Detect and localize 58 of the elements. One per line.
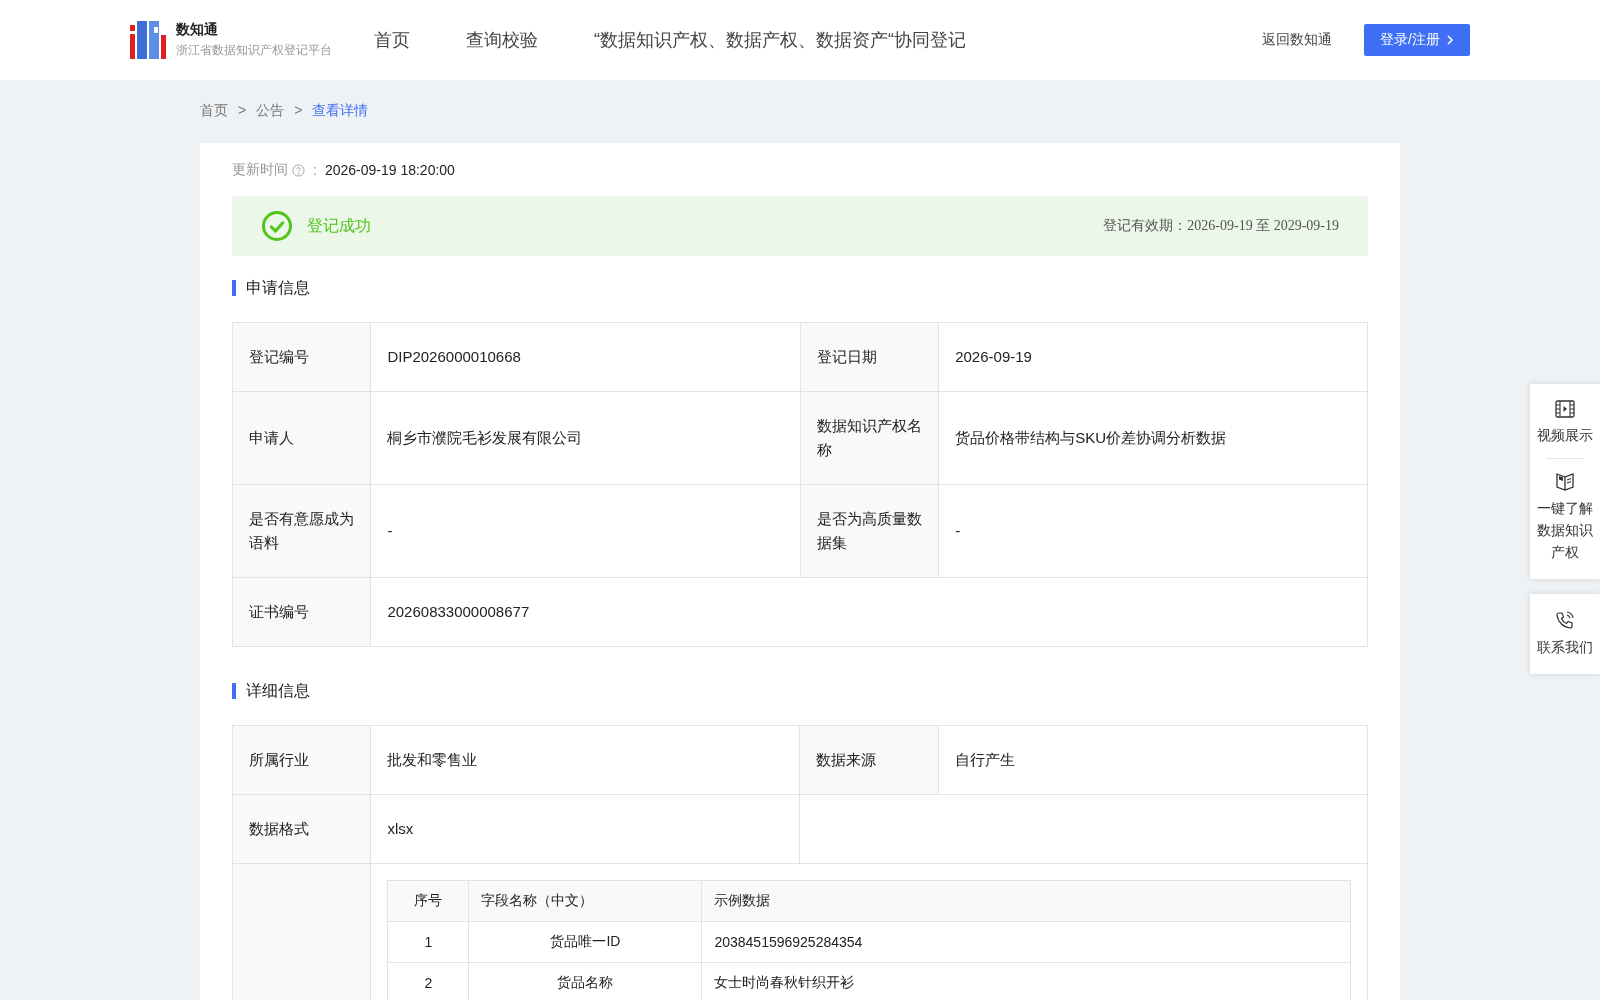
logo-title: 数知通 bbox=[176, 21, 219, 39]
field-label: 数据知识产权名称 bbox=[816, 417, 922, 458]
column-header: 序号 bbox=[414, 892, 443, 908]
field-value: - bbox=[387, 522, 393, 539]
table-cell: 2 bbox=[424, 975, 433, 991]
breadcrumb-link[interactable]: 公告 bbox=[256, 102, 285, 120]
back-link[interactable]: 返回数知通 bbox=[1262, 31, 1333, 49]
field-value: 批发和零售业 bbox=[387, 751, 478, 768]
update-time: 2026-09-19 18:20:00 bbox=[324, 162, 455, 178]
chevron-icon bbox=[1446, 35, 1454, 45]
field-value: 2026-09-19 bbox=[955, 348, 1032, 365]
breadcrumb-separator: > bbox=[238, 102, 247, 120]
breadcrumb-separator: > bbox=[294, 102, 303, 120]
table-cell: 1 bbox=[424, 934, 433, 950]
field-label: 登记日期 bbox=[816, 348, 877, 365]
field-label: 是否为高质量数据集 bbox=[816, 510, 922, 551]
nav-link[interactable]: 首页 bbox=[374, 28, 410, 52]
field-label: 数据格式 bbox=[249, 820, 309, 837]
column-header: 示例数据 bbox=[714, 892, 771, 908]
field-value: 桐乡市濮院毛衫发展有限公司 bbox=[387, 429, 583, 446]
table-cell: 货品名称 bbox=[557, 974, 614, 990]
validity-period: 登记有效期：2026-09-19 至 2029-09-19 bbox=[1103, 217, 1339, 235]
status-label: 登记成功 bbox=[307, 215, 371, 236]
side-tool[interactable]: 一键了解数据知识产权 bbox=[1530, 463, 1600, 571]
field-value: 20260833000008677 bbox=[387, 603, 530, 620]
help-icon bbox=[292, 163, 305, 177]
field-value: 货品价格带结构与SKU价差协调分析数据 bbox=[955, 429, 1227, 446]
field-value: - bbox=[955, 522, 961, 539]
section-title: 申请信息 bbox=[232, 280, 1368, 296]
nav-link[interactable]: “数据知识产权、数据产权、数据资产“协同登记 bbox=[594, 28, 966, 52]
field-label: 证书编号 bbox=[249, 603, 309, 620]
section-title: 详细信息 bbox=[232, 683, 1368, 699]
field-label: 是否有意愿成为语料 bbox=[249, 510, 354, 551]
field-value: xlsx bbox=[387, 820, 414, 837]
field-label: 登记编号 bbox=[249, 348, 309, 365]
side-tool[interactable]: 联系我们 bbox=[1530, 602, 1600, 666]
field-value: DIP2026000010668 bbox=[387, 348, 521, 365]
breadcrumb-link[interactable]: 首页 bbox=[200, 102, 228, 120]
book-icon bbox=[1555, 471, 1575, 491]
breadcrumb-link[interactable]: 查看详情 bbox=[312, 102, 369, 120]
side-tool[interactable]: 视频展示 bbox=[1530, 392, 1600, 454]
logo-icon bbox=[130, 21, 166, 59]
table-cell: 货品唯一ID bbox=[550, 933, 621, 949]
nav-link[interactable]: 查询校验 bbox=[466, 28, 538, 52]
colon: : bbox=[313, 162, 317, 178]
table-cell: 女士时尚春秋针织开衫 bbox=[714, 974, 855, 990]
check-circle-icon bbox=[261, 210, 293, 242]
field-label: 申请人 bbox=[249, 429, 294, 446]
film-icon bbox=[1555, 400, 1575, 418]
field-label: 所属行业 bbox=[249, 751, 309, 768]
column-header: 字段名称（中文） bbox=[481, 892, 594, 908]
login-button[interactable]: 登录/注册 bbox=[1364, 24, 1470, 56]
phone-icon bbox=[1555, 610, 1575, 630]
update-time-label: 更新时间 bbox=[232, 161, 288, 179]
field-label: 数据来源 bbox=[816, 751, 877, 768]
table-cell: 2038451596925284354 bbox=[714, 934, 863, 950]
logo-subtitle: 浙江省数据知识产权登记平台 bbox=[176, 42, 332, 59]
field-value: 自行产生 bbox=[955, 751, 1015, 768]
